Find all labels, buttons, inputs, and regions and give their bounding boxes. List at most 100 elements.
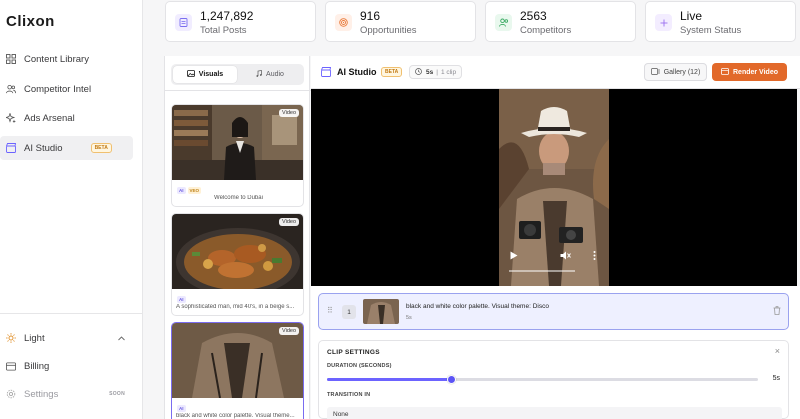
sidebar-item-settings: Settings SOON <box>0 382 143 406</box>
ai-chip: AI <box>177 296 186 303</box>
media-card[interactable]: Video AI VEO Welcome to Dubai <box>171 104 304 207</box>
timeline-panel: ⠿ 1 black and white color palette. Visua… <box>311 286 800 419</box>
duration-value: 5s <box>772 375 780 382</box>
tab-label: Visuals <box>198 71 224 78</box>
clip-count: 1 clip <box>440 68 457 76</box>
settings-title: CLIP SETTINGS <box>327 349 380 356</box>
media-thumbnail: Video <box>172 105 303 180</box>
tab-visuals[interactable]: Visuals <box>173 66 237 83</box>
stat-card-system-status: Live System Status <box>645 1 796 42</box>
sidebar-item-ads-arsenal[interactable]: Ads Arsenal <box>0 106 143 130</box>
card-caption: black and white color palette. Visual th… <box>176 413 295 419</box>
sidebar-item-billing[interactable]: Billing <box>0 354 143 378</box>
file-icon <box>175 14 192 31</box>
duration-label: DURATION (SECONDS) <box>327 363 392 369</box>
render-video-button[interactable]: Render Video <box>712 63 787 81</box>
clapper-icon <box>321 67 332 79</box>
media-card[interactable]: Video AI A sophisticated man, mid 40's, … <box>171 213 304 316</box>
clip-title: black and white color palette. Visual th… <box>406 303 549 310</box>
sidebar-item-label: Competitor Intel <box>24 83 92 95</box>
tab-audio[interactable]: Audio <box>238 66 302 83</box>
media-thumbnail: Video <box>172 323 303 398</box>
ai-chip: AI <box>177 405 186 412</box>
card-tags: AI VEO <box>177 184 203 194</box>
film-icon <box>721 67 729 77</box>
sidebar-item-label: Settings <box>24 388 59 400</box>
clock-icon <box>415 67 422 77</box>
grid-icon <box>6 54 16 64</box>
media-type-toggle: Visuals Audio <box>171 64 304 85</box>
stat-card-opportunities: 916 Opportunities <box>325 1 476 42</box>
card-caption: Welcome to Dubai <box>214 195 263 201</box>
video-badge: Video <box>279 327 299 335</box>
render-label: Render Video <box>733 68 778 76</box>
sun-icon <box>6 333 16 343</box>
mute-icon[interactable] <box>560 251 571 262</box>
ai-chip: AI <box>177 187 186 194</box>
clip-number: 1 <box>342 305 356 319</box>
video-badge: Video <box>279 109 299 117</box>
play-icon[interactable] <box>510 251 518 262</box>
stat-value: 916 <box>360 9 381 23</box>
video-progress-bar[interactable] <box>509 270 575 272</box>
panel-divider <box>165 90 311 91</box>
users-icon <box>6 84 16 94</box>
stat-value: Live <box>680 9 703 23</box>
stat-card-competitors: 2563 Competitors <box>485 1 636 42</box>
image-icon <box>186 70 195 79</box>
media-thumbnail: Video <box>172 214 303 289</box>
tab-label: Audio <box>266 71 284 78</box>
transition-select[interactable]: None <box>327 407 782 419</box>
beta-badge: BETA <box>381 67 403 77</box>
stat-value: 1,247,892 <box>200 9 254 23</box>
media-card[interactable]: Video AI black and white color palette. … <box>171 322 304 419</box>
card-tags: AI <box>177 402 188 412</box>
media-panel: Visuals Audio Video AI VEO Welcome to Du… <box>164 56 311 419</box>
sidebar-item-ai-studio[interactable]: AI Studio BETA <box>0 136 133 160</box>
sidebar-item-label: AI Studio <box>24 142 63 154</box>
transition-label: TRANSITION IN <box>327 392 371 398</box>
studio-header: AI Studio BETA 5s | 1 clip Gallery (12) … <box>311 56 800 89</box>
gallery-icon <box>650 67 660 77</box>
slider-handle[interactable] <box>447 375 457 384</box>
slider-fill <box>327 378 452 381</box>
sidebar: Clixon Content Library Competitor Intel … <box>0 0 143 419</box>
theme-toggle[interactable]: Light <box>0 326 143 350</box>
sidebar-item-label: Ads Arsenal <box>24 112 75 124</box>
sidebar-item-label: Billing <box>24 360 50 372</box>
chevron-up-icon <box>118 333 125 344</box>
veo-chip: VEO <box>187 187 202 194</box>
duration-pill: 5s | 1 clip <box>409 65 463 79</box>
clip-thumbnail <box>363 299 399 324</box>
gear-icon <box>6 389 16 399</box>
sidebar-item-content-library[interactable]: Content Library <box>0 47 143 71</box>
sidebar-item-competitor-intel[interactable]: Competitor Intel <box>0 77 143 101</box>
sparkles-icon <box>6 113 16 123</box>
clip-settings-panel: CLIP SETTINGS × DURATION (SECONDS) 5s TR… <box>318 340 789 419</box>
clip-row[interactable]: ⠿ 1 black and white color palette. Visua… <box>318 293 789 330</box>
music-icon <box>256 70 262 79</box>
stat-card-total-posts: 1,247,892 Total Posts <box>165 1 316 42</box>
app-logo[interactable]: Clixon <box>6 13 55 30</box>
card-tags: AI <box>177 293 188 303</box>
video-badge: Video <box>279 218 299 226</box>
stat-label: System Status <box>680 25 742 36</box>
gallery-button[interactable]: Gallery (12) <box>644 63 707 81</box>
more-options-icon[interactable] <box>593 251 596 262</box>
gallery-label: Gallery (12) <box>663 68 701 76</box>
duration-slider[interactable] <box>327 375 758 384</box>
stat-value: 2563 <box>520 9 547 23</box>
stat-label: Opportunities <box>360 25 417 36</box>
plus-icon <box>655 14 672 31</box>
trash-icon[interactable] <box>773 306 781 317</box>
close-icon[interactable]: × <box>775 346 780 356</box>
video-preview <box>311 89 797 286</box>
stat-label: Total Posts <box>200 25 247 36</box>
stat-label: Competitors <box>520 25 572 36</box>
drag-handle-icon[interactable]: ⠿ <box>327 306 333 315</box>
sidebar-divider <box>0 313 143 314</box>
sidebar-item-label: Content Library <box>24 53 89 65</box>
clip-duration: 5s <box>406 315 412 321</box>
target-icon <box>335 14 352 31</box>
total-duration: 5s <box>426 68 434 76</box>
